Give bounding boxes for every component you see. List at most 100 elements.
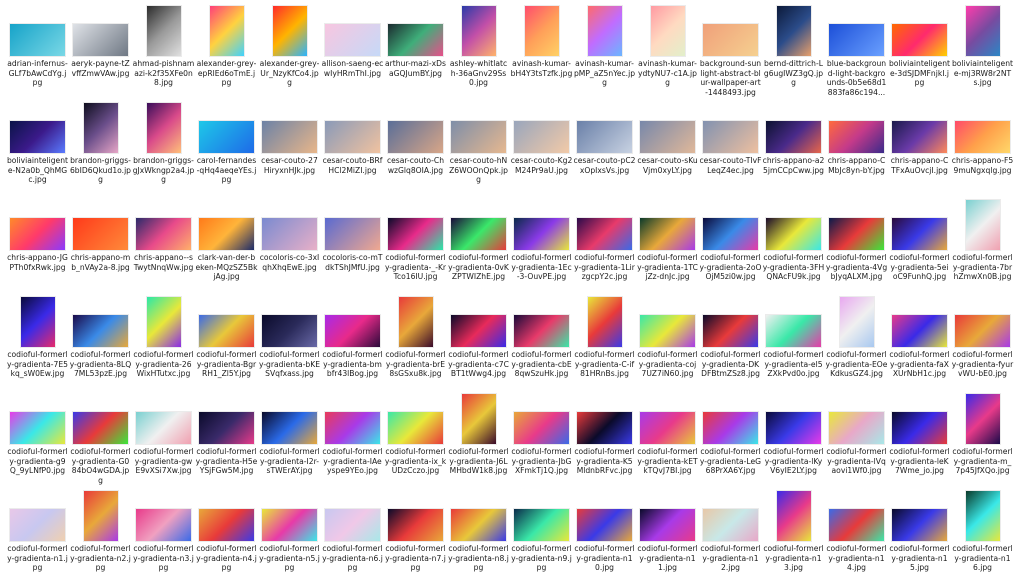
file-item[interactable]: codioful-formerly-gradienta-n5.jpg [258,489,321,586]
file-item[interactable]: cocoloris-co-mTdkTShJMfU.jpg [321,198,384,295]
thumbnail-image[interactable] [892,218,947,250]
file-item[interactable]: chris-appano-a25jmCCpCww.jpg [762,101,825,198]
thumbnail-image[interactable] [577,509,632,541]
thumbnail-image[interactable] [10,509,65,541]
file-item[interactable]: boliviainteligente-3dSJDMFnjkI.jpg [888,4,951,101]
thumbnail-image[interactable] [136,509,191,541]
thumbnail-image[interactable] [640,315,695,347]
file-item[interactable]: cesar-couto-pC2xOpIxsVs.jpg [573,101,636,198]
file-item[interactable]: codioful-formerly-gradienta-n3.jpg [132,489,195,586]
file-item[interactable]: codioful-formerly-gradienta-H5eYSjFGw5M.… [195,392,258,489]
file-item[interactable]: codioful-formerly-gradienta-fyurvWU-bE0.… [951,295,1014,392]
thumbnail-image[interactable] [524,6,559,56]
file-item[interactable]: codioful-formerly-gradienta-IAeyspe9YEo.… [321,392,384,489]
file-item[interactable]: codioful-formerly-gradienta-g9Q_9yLNfP0.… [6,392,69,489]
thumbnail-image[interactable] [10,121,65,153]
thumbnail-image[interactable] [388,509,443,541]
thumbnail-image[interactable] [829,121,884,153]
thumbnail-image[interactable] [199,509,254,541]
thumbnail-image[interactable] [839,297,874,347]
file-item[interactable]: codioful-formerly-gradienta-n6.jpg [321,489,384,586]
thumbnail-image[interactable] [199,412,254,444]
file-item[interactable]: codioful-formerly-gradienta-n4.jpg [195,489,258,586]
thumbnail-image[interactable] [766,315,821,347]
file-item[interactable]: allison-saeng-ecwIyHRmThI.jpg [321,4,384,101]
file-item[interactable]: codioful-formerly-gradienta-3FHQNAcFU9k.… [762,198,825,295]
thumbnail-image[interactable] [388,412,443,444]
file-item[interactable]: carol-fernandes-qHq4aeqeYEs.jpg [195,101,258,198]
file-item[interactable]: avinash-kumar-pMP_aZ5nYec.jpg [573,4,636,101]
thumbnail-image[interactable] [514,509,569,541]
thumbnail-image[interactable] [73,24,128,56]
file-item[interactable]: cesar-couto-TIvFLeqZ4ec.jpg [699,101,762,198]
file-item[interactable]: codioful-formerly-gradienta-lVqaovi1Wf0.… [825,392,888,489]
thumbnail-image[interactable] [640,121,695,153]
thumbnail-image[interactable] [640,412,695,444]
file-item[interactable]: codioful-formerly-gradienta-BgrRH1_Zl5Y.… [195,295,258,392]
thumbnail-image[interactable] [776,491,811,541]
file-item[interactable]: background-sunlight-abstract-blur-wallpa… [699,4,762,101]
file-item[interactable]: blue-background-light-backgrounds-0b5e68… [825,4,888,101]
thumbnail-image[interactable] [703,315,758,347]
file-item[interactable]: codioful-formerly-gradienta-faXXUrNbH1c.… [888,295,951,392]
thumbnail-image[interactable] [451,121,506,153]
thumbnail-image[interactable] [829,412,884,444]
file-item[interactable]: alexander-grey-Ur_NzyKfCo4.jpg [258,4,321,101]
file-item[interactable]: codioful-formerly-gradienta-n10.jpg [573,489,636,586]
file-item[interactable]: codioful-formerly-gradienta-0vKZPTWIZhE.… [447,198,510,295]
file-item[interactable]: codioful-formerly-gradienta-2oOOjM5zi0w.… [699,198,762,295]
file-item[interactable]: brandon-griggs-6bID6Qkud1o.jpg [69,101,132,198]
thumbnail-image[interactable] [388,121,443,153]
thumbnail-image[interactable] [965,6,1000,56]
thumbnail-image[interactable] [892,121,947,153]
thumbnail-image[interactable] [136,412,191,444]
file-item[interactable]: codioful-formerly-gradienta-1LirzgcpY2c.… [573,198,636,295]
thumbnail-image[interactable] [73,218,128,250]
file-item[interactable]: codioful-formerly-gradienta-n7.jpg [384,489,447,586]
file-item[interactable]: codioful-formerly-gradienta-EOeKdkusGZ4.… [825,295,888,392]
file-item[interactable]: aeryk-payne-tZvffZmwVAw.jpg [69,4,132,101]
file-item[interactable]: ahmad-pishnamazi-k2f35XFe0n8.jpg [132,4,195,101]
file-item[interactable]: codioful-formerly-gradienta-n1.jpg [6,489,69,586]
file-item[interactable]: codioful-formerly-gradienta-7E5kq_sW0Ew.… [6,295,69,392]
file-item[interactable]: codioful-formerly-gradienta-el5ZXkPvd0o.… [762,295,825,392]
file-item[interactable]: codioful-formerly-gradienta-4VgbJyqALXM.… [825,198,888,295]
file-item[interactable]: codioful-formerly-gradienta-n8.jpg [447,489,510,586]
thumbnail-image[interactable] [461,394,496,444]
thumbnail-image[interactable] [892,412,947,444]
file-item[interactable]: codioful-formerly-gradienta-n9.jpg [510,489,573,586]
thumbnail-image[interactable] [325,24,380,56]
thumbnail-image[interactable] [262,121,317,153]
thumbnail-image[interactable] [514,315,569,347]
thumbnail-image[interactable] [146,103,181,153]
file-item[interactable]: codioful-formerly-gradienta-C-if81HRnBs.… [573,295,636,392]
file-item[interactable]: codioful-formerly-gradienta-leK7Wme_jo.j… [888,392,951,489]
file-item[interactable]: cocoloris-co-3xIqhXhqEwE.jpg [258,198,321,295]
thumbnail-image[interactable] [10,218,65,250]
thumbnail-image[interactable] [829,509,884,541]
file-item[interactable]: codioful-formerly-gradienta-coj7UZ7iN60.… [636,295,699,392]
file-item[interactable]: boliviainteligente-mj3RW8r2NTs.jpg [951,4,1014,101]
thumbnail-image[interactable] [703,218,758,250]
thumbnail-image[interactable] [514,121,569,153]
file-item[interactable]: codioful-formerly-gradienta-gwE9vXSi7Xw.… [132,392,195,489]
file-item[interactable]: codioful-formerly-gradienta-n12.jpg [699,489,762,586]
file-item[interactable]: cesar-couto-ChwzGlq8OIA.jpg [384,101,447,198]
thumbnail-image[interactable] [703,121,758,153]
file-item[interactable]: chris-appano--sTwytNnqWw.jpg [132,198,195,295]
thumbnail-image[interactable] [209,6,244,56]
thumbnail-image[interactable] [388,218,443,250]
file-item[interactable]: codioful-formerly-gradienta-_-KrTco16IU.… [384,198,447,295]
thumbnail-image[interactable] [577,412,632,444]
thumbnail-image[interactable] [955,315,1010,347]
thumbnail-image[interactable] [451,315,506,347]
thumbnail-image[interactable] [262,315,317,347]
file-item[interactable]: chris-appano-F59muNgxqlg.jpg [951,101,1014,198]
thumbnail-image[interactable] [703,509,758,541]
thumbnail-image[interactable] [766,218,821,250]
file-item[interactable]: codioful-formerly-gradienta-cbE8qwSzuHk.… [510,295,573,392]
file-item[interactable]: clark-van-der-beken-MQzSZ5BkjAg.jpg [195,198,258,295]
thumbnail-image[interactable] [892,24,947,56]
thumbnail-image[interactable] [514,412,569,444]
thumbnail-image[interactable] [640,509,695,541]
